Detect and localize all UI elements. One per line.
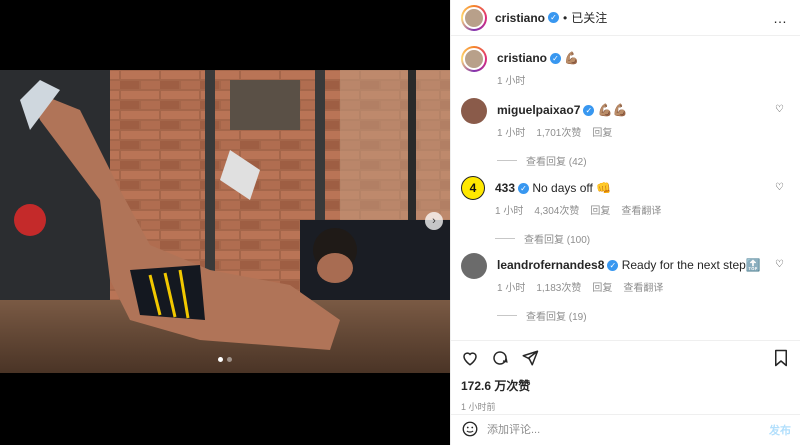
comment-likes[interactable]: 1,701次赞 [536,124,581,139]
next-image-button[interactable]: › [425,212,443,230]
carousel-dot-active [218,357,223,362]
carousel-dots [0,357,450,362]
comment-item: 4 433 ✓ No days off 👊 1 小时 4,304次赞 回复 查看翻… [461,176,788,253]
post-time: 1 小时前 [461,402,496,412]
comment-username[interactable]: leandrofernandes8 [497,258,604,272]
following-button[interactable]: 已关注 [571,9,607,26]
comment-likes[interactable]: 4,304次赞 [534,202,579,217]
post-photo[interactable]: Ozyo [0,70,450,373]
comment-text: No days off 👊 [532,181,612,195]
instagram-post-viewer: Ozyo › cristiano [0,0,800,445]
likes-count[interactable]: 172.6 万次赞 [461,377,789,394]
view-replies-button[interactable]: 查看回复 (42) [497,153,788,168]
comment-username[interactable]: miguelpaixao7 [497,103,580,117]
reply-button[interactable]: 回复 [592,279,612,294]
comment-username[interactable]: 433 [495,181,515,195]
more-options-icon[interactable]: … [773,10,788,26]
caption: cristiano ✓ 💪🏽 1 小时 [461,46,788,96]
share-send-icon[interactable] [521,349,539,367]
comment-bubble-icon[interactable] [491,349,509,367]
comment-time: 1 小时 [497,283,526,294]
emoji-icon[interactable] [461,420,479,441]
see-translation-button[interactable]: 查看翻译 [623,279,663,294]
comment-text: 💪🏽💪🏽 [597,103,628,117]
comment-likes[interactable]: 1,183次赞 [536,279,581,294]
chevron-right-icon: › [432,215,436,227]
like-heart-icon[interactable] [461,349,479,367]
view-replies-button[interactable]: 查看回复 (19) [497,308,788,323]
save-bookmark-icon[interactable] [773,349,789,367]
comment-like-heart-icon[interactable]: ♡ [775,104,784,115]
caption-time: 1 小时 [497,76,526,87]
view-replies-button[interactable]: 查看回复 (100) [495,231,788,246]
post-actions: 172.6 万次赞 1 小时前 [451,340,800,413]
comment-item: miguelpaixao7 ✓ 💪🏽💪🏽 1 小时 1,701次赞 回复 查看回复… [461,98,788,176]
add-comment-bar: 发布 [451,414,800,445]
view-replies-label: 查看回复 (100) [524,235,591,246]
author-avatar[interactable] [461,4,487,31]
comment-like-heart-icon[interactable]: ♡ [775,182,784,193]
reply-button[interactable]: 回复 [592,124,612,139]
verified-icon: ✓ [607,260,619,272]
reply-button[interactable]: 回复 [590,202,610,217]
comment-text: Ready for the next step🔝 [621,258,761,272]
view-replies-label: 查看回复 (42) [526,157,587,168]
author-username[interactable]: cristiano [495,11,545,25]
see-translation-button[interactable]: 查看翻译 [621,202,661,217]
commenter-avatar[interactable]: 4 [461,176,485,200]
post-panel: cristiano ✓ • 已关注 … cristiano✓ 💪🏽 1 小时 [450,0,800,445]
post-media: Ozyo › [0,0,450,445]
workout-photo: Ozyo [0,70,450,373]
caption-avatar[interactable] [461,46,487,72]
verified-icon: ✓ [550,53,562,65]
post-header: cristiano ✓ • 已关注 … [451,0,800,36]
view-replies-label: 查看回复 (19) [526,312,587,323]
comment-input[interactable] [487,424,769,436]
commenter-avatar[interactable] [461,253,487,279]
caption-text: 💪🏽 [564,51,580,65]
verified-icon: ✓ [583,105,595,117]
comment-time: 1 小时 [495,206,524,217]
separator-dot: • [563,10,568,25]
post-comment-button[interactable]: 发布 [769,422,791,438]
caption-username[interactable]: cristiano [497,51,547,65]
comment-item: leandrofernandes8 ✓ Ready for the next st… [461,253,788,331]
verified-icon: ✓ [548,12,560,23]
verified-icon: ✓ [518,183,530,195]
comment-time: 1 小时 [497,128,526,139]
carousel-dot [227,357,232,362]
commenter-avatar[interactable] [461,98,487,124]
comment-like-heart-icon[interactable]: ♡ [775,259,784,270]
